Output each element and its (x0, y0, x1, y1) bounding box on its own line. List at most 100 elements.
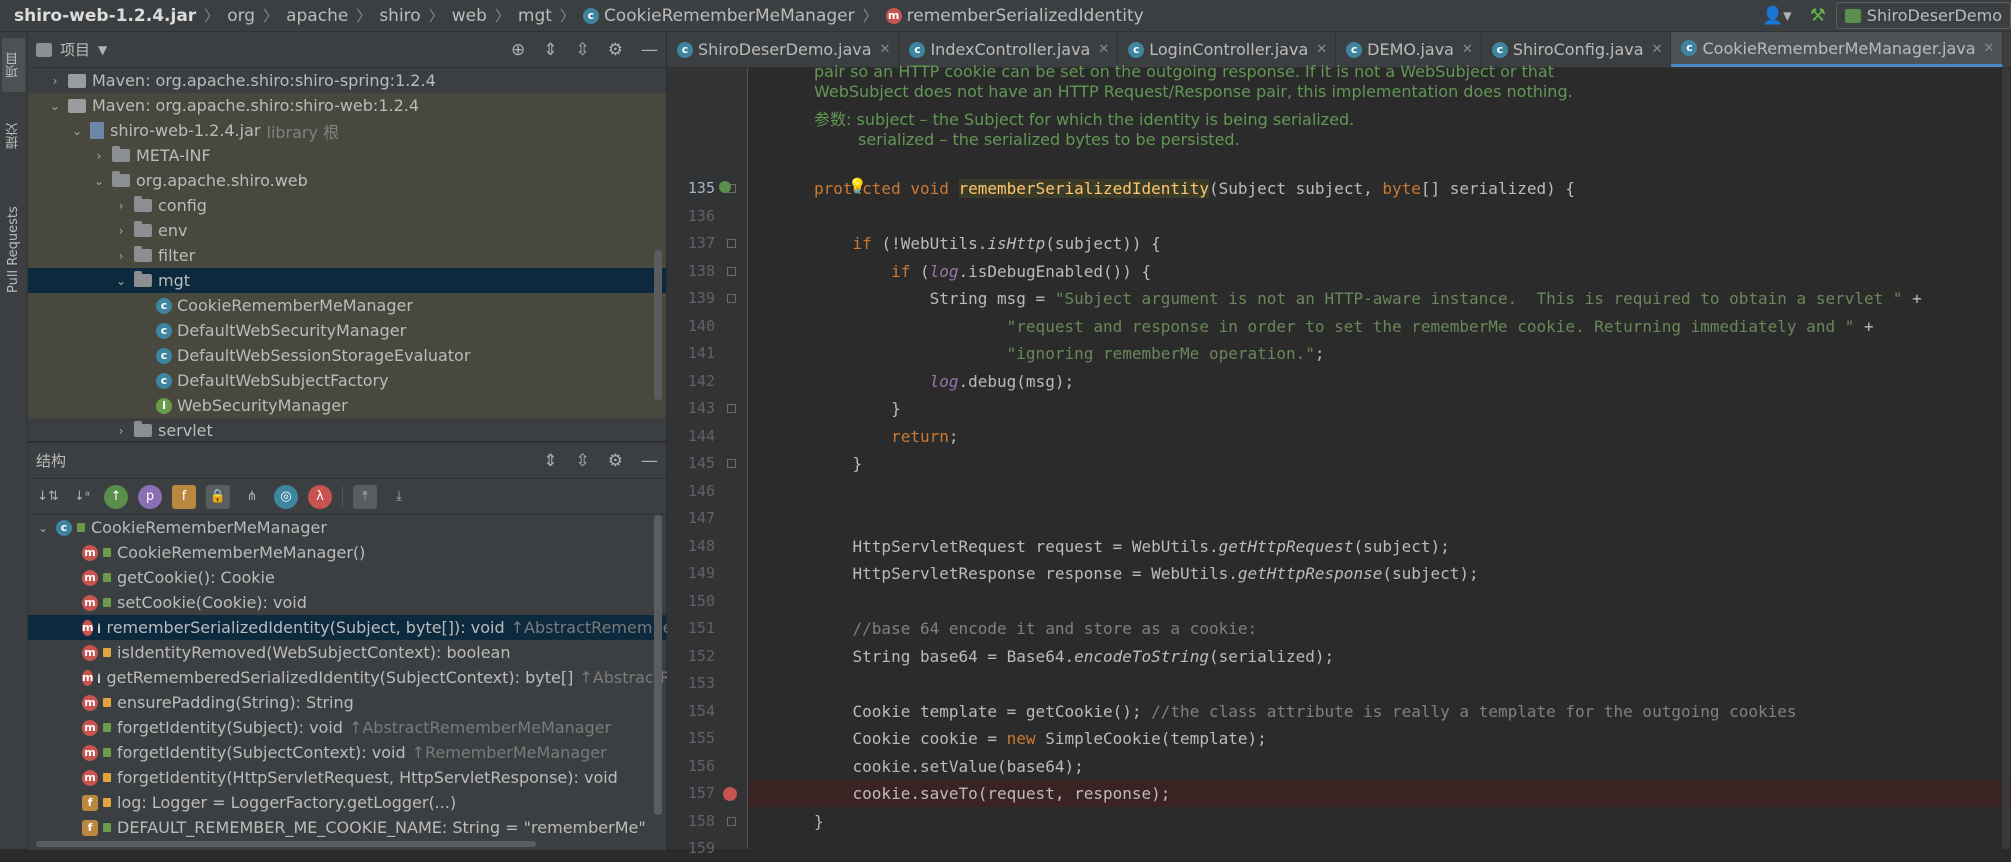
project-tree-item[interactable]: ⌄ shiro-web-1.2.4.jar library 根 (28, 118, 666, 143)
sort-alphabetically-icon[interactable]: ↓ᵃ (70, 485, 94, 509)
structure-horizontal-scrollbar[interactable] (36, 841, 536, 847)
show-fields-icon[interactable]: f (172, 484, 196, 509)
structure-member[interactable]: m ensurePadding(String): String (28, 690, 666, 715)
line-number[interactable]: 153 (667, 670, 715, 697)
breadcrumb-method[interactable]: m rememberSerializedIdentity (885, 6, 1144, 26)
show-properties-icon[interactable]: p (138, 484, 162, 509)
line-number[interactable]: 135 (667, 175, 715, 202)
show-anonymous-icon[interactable]: ⋔ (240, 485, 264, 509)
close-icon[interactable]: ✕ (1098, 42, 1109, 57)
chevron-down-icon[interactable]: ⌄ (36, 521, 50, 535)
close-icon[interactable]: ✕ (1462, 42, 1473, 57)
project-tree-item[interactable]: I WebSecurityManager (28, 393, 666, 418)
line-number[interactable]: 146 (667, 478, 715, 505)
breadcrumb-jar[interactable]: shiro-web-1.2.4.jar (14, 6, 196, 26)
structure-member[interactable]: m forgetIdentity(HttpServletRequest, Http… (28, 765, 666, 790)
expand-all-icon[interactable]: ⇕ (543, 451, 557, 471)
chevron-right-icon[interactable]: › (92, 149, 106, 163)
chevron-down-icon[interactable]: ⌄ (70, 124, 84, 138)
project-tree-item[interactable]: ⌄ org.apache.shiro.web (28, 168, 666, 193)
fold-marker-icon[interactable] (727, 459, 736, 468)
project-tree-item[interactable]: › Maven: org.apache.shiro:shiro-spring:1.… (28, 68, 666, 93)
tool-tab-commit[interactable]: 提交 (2, 108, 25, 164)
project-tree-item[interactable]: c DefaultWebSecurityManager (28, 318, 666, 343)
gear-icon[interactable]: ⚙ (608, 451, 623, 471)
chevron-down-icon[interactable]: ▼ (98, 43, 107, 57)
line-number[interactable]: 148 (667, 533, 715, 560)
tool-tab-pull-requests[interactable]: Pull Requests (2, 180, 25, 320)
show-non-public-icon[interactable]: 🔒 (206, 484, 230, 509)
chevron-right-icon[interactable]: › (48, 74, 62, 88)
structure-scrollbar[interactable] (654, 515, 662, 815)
project-tree-item[interactable]: › env (28, 218, 666, 243)
editor-scrollbar[interactable] (2002, 68, 2010, 849)
project-tree-item[interactable]: c DefaultWebSubjectFactory (28, 368, 666, 393)
line-number[interactable]: 150 (667, 588, 715, 615)
show-lambdas-icon[interactable]: ◎ (274, 484, 298, 509)
project-panel-title[interactable]: 项目 (60, 39, 90, 60)
structure-member[interactable]: m rememberSerializedIdentity(Subject, byt… (28, 615, 773, 640)
line-number[interactable]: 143 (667, 395, 715, 422)
structure-member[interactable]: m setCookie(Cookie): void (28, 590, 666, 615)
structure-member[interactable]: m CookieRememberMeManager() (28, 540, 666, 565)
close-icon[interactable]: ✕ (880, 42, 891, 57)
collapse-all-icon[interactable]: ⇳ (576, 40, 590, 60)
chevron-right-icon[interactable]: › (114, 224, 128, 238)
autoscroll-from-source-icon[interactable]: ⤓ (387, 485, 411, 509)
structure-member[interactable]: m isIdentityRemoved(WebSubjectContext): b… (28, 640, 666, 665)
close-icon[interactable]: ✕ (1984, 41, 1995, 56)
chevron-down-icon[interactable]: ⌄ (92, 174, 106, 188)
hide-icon[interactable]: — (641, 40, 658, 60)
expand-all-icon[interactable]: ⇕ (543, 40, 557, 60)
project-tree-item[interactable]: c DefaultWebSessionStorageEvaluator (28, 343, 666, 368)
project-tree-item[interactable]: › config (28, 193, 666, 218)
chevron-right-icon[interactable]: › (114, 199, 128, 213)
chevron-down-icon[interactable]: ⌄ (114, 274, 128, 288)
breadcrumb-apache[interactable]: apache (286, 6, 348, 26)
line-number[interactable]: 152 (667, 643, 715, 670)
line-number[interactable]: 140 (667, 313, 715, 340)
autoscroll-to-source-icon[interactable]: ⤒ (353, 484, 377, 509)
structure-member[interactable]: m forgetIdentity(Subject): void ↑AbstractR… (28, 715, 666, 740)
line-number[interactable]: 157 (667, 780, 715, 807)
user-icon[interactable]: 👤▾ (1762, 6, 1792, 26)
tool-tab-project[interactable]: 项目 (2, 38, 25, 92)
breakpoint-icon[interactable] (723, 787, 737, 801)
line-number[interactable]: 158 (667, 808, 715, 835)
close-icon[interactable]: ✕ (1652, 42, 1663, 57)
run-configuration-selector[interactable]: ShiroDeserDemo (1835, 2, 2011, 29)
project-scrollbar[interactable] (654, 250, 662, 400)
line-number[interactable]: 144 (667, 423, 715, 450)
project-tree-item[interactable]: › META-INF (28, 143, 666, 168)
fold-marker-icon[interactable] (727, 816, 736, 826)
build-hammer-icon[interactable]: ⚒ (1810, 5, 1826, 26)
show-inherited-icon[interactable]: ↑ (104, 484, 128, 509)
project-tree-item[interactable]: › filter (28, 243, 666, 268)
project-tree-item[interactable]: › servlet (28, 418, 666, 443)
gear-icon[interactable]: ⚙ (608, 40, 623, 60)
structure-member[interactable]: f DEFAULT_REMEMBER_ME_COOKIE_NAME: String… (28, 815, 666, 840)
breadcrumb-class[interactable]: c CookieRememberMeManager (582, 6, 855, 26)
chevron-down-icon[interactable]: ⌄ (48, 99, 62, 113)
line-number[interactable]: 138 (667, 258, 715, 285)
fold-marker-icon[interactable] (727, 294, 736, 303)
project-tree-item[interactable]: c CookieRememberMeManager (28, 293, 666, 318)
locate-icon[interactable]: ⊕ (511, 40, 525, 60)
sort-by-visibility-icon[interactable]: ↓⇅ (36, 485, 60, 509)
line-number[interactable]: 139 (667, 285, 715, 312)
line-number[interactable]: 145 (667, 450, 715, 477)
editor-tab[interactable]: c CookieRememberMeManager.java ✕ (1671, 32, 2004, 67)
breadcrumb-mgt[interactable]: mgt (518, 6, 552, 26)
structure-root[interactable]: ⌄ c CookieRememberMeManager (28, 515, 666, 540)
breadcrumb-shiro[interactable]: shiro (379, 6, 420, 26)
line-number[interactable]: 137 (667, 230, 715, 257)
hide-icon[interactable]: — (641, 451, 658, 471)
overrides-method-icon[interactable] (719, 181, 731, 193)
structure-member[interactable]: f log: Logger = LoggerFactory.getLogger(.… (28, 790, 666, 815)
structure-member[interactable]: m getCookie(): Cookie (28, 565, 666, 590)
line-number[interactable]: 149 (667, 560, 715, 587)
line-number[interactable]: 136 (667, 203, 715, 230)
fold-marker-icon[interactable] (727, 404, 736, 413)
line-number[interactable]: 141 (667, 340, 715, 367)
project-tree-item[interactable]: ⌄ Maven: org.apache.shiro:shiro-web:1.2.4 (28, 93, 666, 118)
